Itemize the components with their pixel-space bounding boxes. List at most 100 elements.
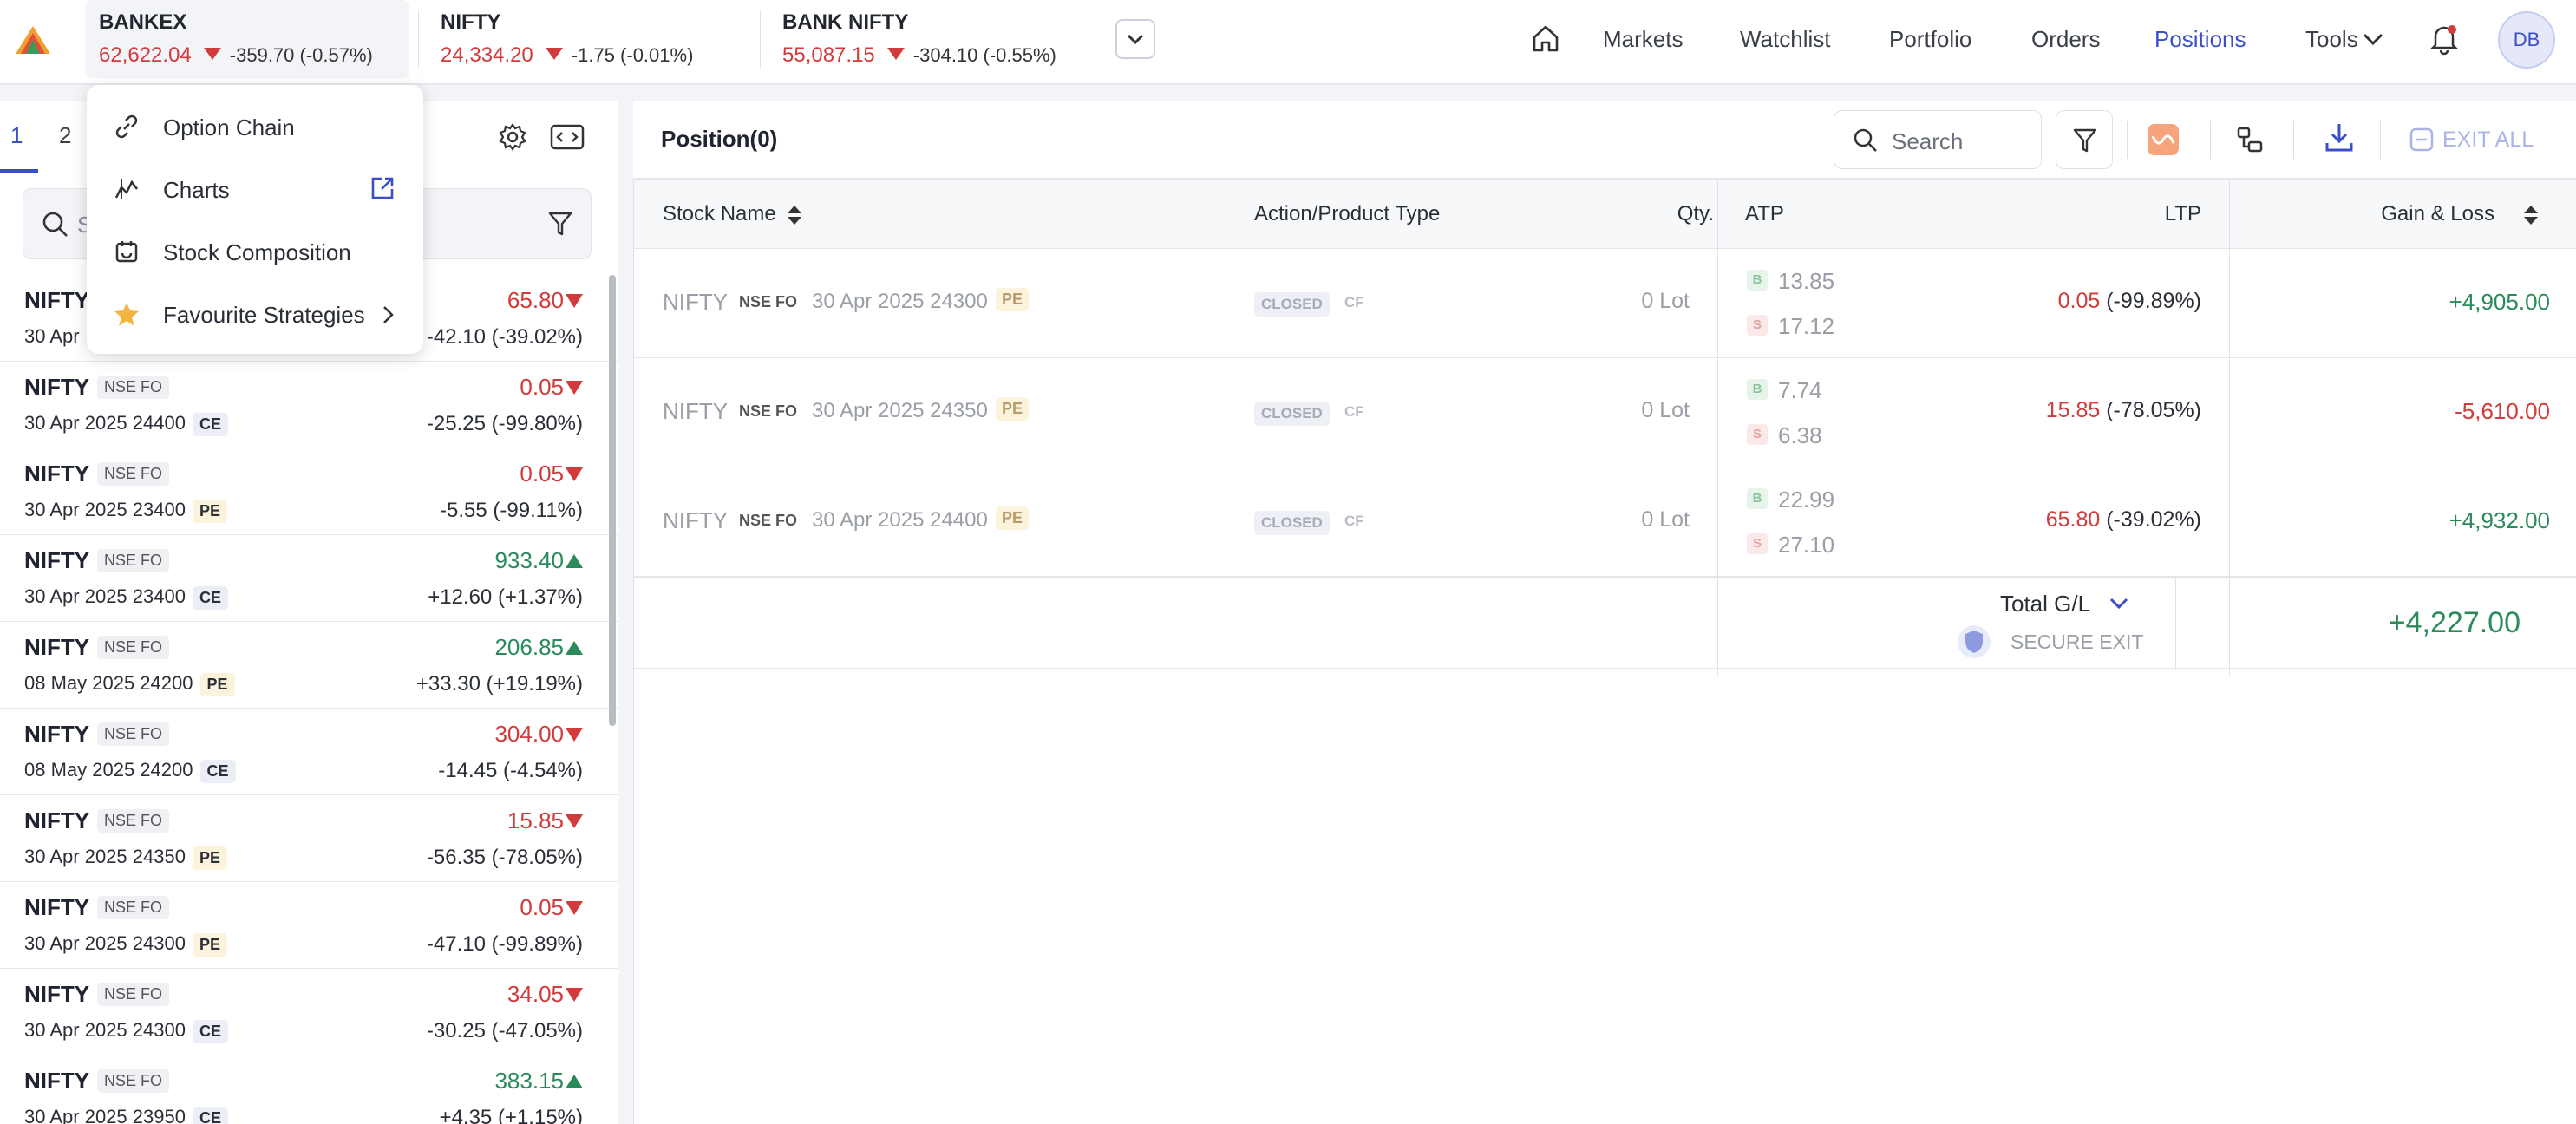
watchlist-row[interactable]: NIFTY NSE FO 30 Apr 2025 24350 PE 15.85 -56.3… <box>0 795 618 882</box>
convert-icon[interactable] <box>2236 126 2264 154</box>
index-ticker-banknifty[interactable]: BANK NIFTY 55,087.15 -304.10 (-0.55%) <box>768 0 1093 78</box>
nav-positions[interactable]: Positions <box>2154 26 2246 53</box>
row-change: -25.25 (-99.80%) <box>426 412 583 435</box>
index-ticker-bankex[interactable]: BANKEX 62,622.04 -359.70 (-0.57%) <box>85 0 409 78</box>
expiry-strike: 30 Apr 2025 24400 <box>24 412 186 434</box>
index-name: BANKEX <box>99 10 187 34</box>
sell-indicator: S <box>1747 315 1768 336</box>
contract-desc: 30 Apr <box>24 325 80 348</box>
row-ltp: 383.15 <box>494 1068 564 1094</box>
contract-desc: 30 Apr 2025 23400 CE <box>24 585 228 610</box>
menu-item-option-chain[interactable]: Option Chain <box>87 95 423 158</box>
context-menu: Option Chain Charts Stock Composition Fa… <box>87 85 423 354</box>
down-arrow-icon <box>566 728 583 742</box>
exchange-badge: NSE FO <box>97 636 170 659</box>
positions-title: Position(0) <box>661 126 778 152</box>
nav-orders[interactable]: Orders <box>2031 26 2100 53</box>
down-arrow-icon <box>203 48 221 60</box>
nav-tools[interactable]: Tools <box>2305 26 2358 53</box>
menu-item-label: Charts <box>163 177 230 203</box>
expiry-strike: 30 Apr 2025 24300 <box>24 932 186 954</box>
external-link-icon[interactable] <box>369 175 396 201</box>
column-divider <box>2175 578 2176 670</box>
secure-exit-button[interactable]: SECURE EXIT <box>2010 631 2143 654</box>
expiry-strike: 30 Apr 2025 24300 <box>812 290 988 313</box>
exchange-label: NSE FO <box>739 512 798 529</box>
index-change: -304.10 (-0.55%) <box>912 44 1056 66</box>
avatar[interactable]: DB <box>2498 11 2555 69</box>
position-gain-loss: +4,932.00 <box>2449 507 2550 533</box>
watchlist-row[interactable]: NIFTY NSE FO 30 Apr 2025 24300 CE 34.05 -30.2… <box>0 969 618 1055</box>
down-arrow-icon <box>566 467 583 481</box>
ltp-value: 15.85 <box>2045 398 2101 422</box>
nav-markets[interactable]: Markets <box>1603 26 1683 53</box>
position-row[interactable]: NIFTY NSE FO 30 Apr 2025 24300 PE CLOSED CF 0 … <box>633 249 2576 358</box>
watchlist-row[interactable]: NIFTY NSE FO 08 May 2025 24200 PE 206.85 +33.… <box>0 622 618 709</box>
download-icon[interactable] <box>2323 121 2356 155</box>
row-change: +4.35 (+1.15%) <box>439 1106 583 1124</box>
buy-atp: 22.99 <box>1778 487 1835 513</box>
sell-atp: 6.38 <box>1778 422 1822 448</box>
position-ltp: 0.05 (-99.89%) <box>2058 289 2201 314</box>
filter-button[interactable] <box>2056 110 2113 169</box>
watchlist-row[interactable]: NIFTY NSE FO 30 Apr 2025 23400 PE 0.05 -5.55 … <box>0 448 618 535</box>
ltp-change: (-39.02%) <box>2106 507 2201 532</box>
nav-portfolio[interactable]: Portfolio <box>1889 26 1971 53</box>
filter-icon[interactable] <box>547 210 573 238</box>
exchange-badge: NSE FO <box>97 722 170 746</box>
menu-item-favourite-strategies[interactable]: Favourite Strategies <box>87 283 423 345</box>
positions-search-input[interactable]: Search <box>1834 110 2042 169</box>
nav-watchlist[interactable]: Watchlist <box>1740 26 1831 53</box>
row-symbol: NIFTY <box>24 547 90 573</box>
watchlist-row[interactable]: NIFTY NSE FO 30 Apr 2025 23950 CE 383.15 +4.3… <box>0 1055 618 1124</box>
ltp-value: 65.80 <box>2045 507 2101 532</box>
gear-icon[interactable] <box>498 122 527 152</box>
exit-all-button[interactable]: EXIT ALL <box>2409 122 2548 157</box>
total-footer: Total G/L SECURE EXIT +4,227.00 <box>633 577 2576 670</box>
scrollbar[interactable] <box>609 275 616 726</box>
position-row[interactable]: NIFTY NSE FO 30 Apr 2025 24350 PE CLOSED CF 0 … <box>633 358 2576 467</box>
home-icon[interactable] <box>1530 23 1561 54</box>
option-type-badge: PE <box>192 933 227 957</box>
contract-desc: 08 May 2025 24200 PE <box>24 672 235 696</box>
index-ticker-nifty[interactable]: NIFTY 24,334.20 -1.75 (-0.01%) <box>427 0 751 78</box>
logo-icon[interactable] <box>14 24 52 56</box>
row-symbol: NIFTY <box>24 721 90 747</box>
product-type: CF <box>1344 513 1364 529</box>
expiry-strike: 30 Apr 2025 24300 <box>24 1019 186 1041</box>
option-type-badge: PE <box>996 288 1030 311</box>
watchlist-row[interactable]: NIFTY NSE FO 30 Apr 2025 23400 CE 933.40 +12.… <box>0 535 618 622</box>
buy-indicator: B <box>1747 488 1768 509</box>
index-price: 24,334.20 <box>441 43 533 67</box>
exchange-badge: NSE FO <box>97 809 170 833</box>
position-ltp: 15.85 (-78.05%) <box>2046 398 2201 423</box>
code-view-icon[interactable] <box>550 124 585 150</box>
row-ltp: 15.85 <box>507 807 564 833</box>
menu-item-stock-composition[interactable]: Stock Composition <box>87 220 423 283</box>
bell-icon[interactable] <box>2429 23 2460 56</box>
column-header-atp: ATP <box>1745 202 1784 225</box>
index-name: NIFTY <box>441 10 501 34</box>
row-ltp: 0.05 <box>520 894 564 920</box>
watchlist-tab-2[interactable]: 2 <box>59 122 71 149</box>
buy-indicator: B <box>1747 270 1768 291</box>
watchlist-row[interactable]: NIFTY NSE FO 08 May 2025 24200 CE 304.00 -14.… <box>0 709 618 795</box>
position-row[interactable]: NIFTY NSE FO 30 Apr 2025 24400 PE CLOSED CF 0 … <box>633 467 2576 577</box>
watchlist-row[interactable]: NIFTY NSE FO 30 Apr 2025 24300 PE 0.05 -47.10… <box>0 882 618 969</box>
menu-item-charts[interactable]: Charts <box>87 158 423 220</box>
strategy-icon[interactable] <box>2146 122 2180 157</box>
watchlist-tab-1[interactable]: 1 <box>10 122 23 149</box>
divider <box>418 10 419 68</box>
chevron-down-icon[interactable] <box>2108 594 2130 613</box>
column-header-stock[interactable]: Stock Name <box>663 202 776 226</box>
expand-indices-button[interactable] <box>1115 19 1155 59</box>
expiry-strike: 08 May 2025 24200 <box>24 759 193 781</box>
down-arrow-icon <box>545 48 563 60</box>
sort-icon[interactable] <box>2522 204 2540 226</box>
exchange-label: NSE FO <box>739 293 798 310</box>
index-name: BANK NIFTY <box>782 10 909 34</box>
watchlist-row[interactable]: NIFTY NSE FO 30 Apr 2025 24400 CE 0.05 -25.25… <box>0 362 618 448</box>
row-change: -47.10 (-99.89%) <box>426 932 583 956</box>
sort-icon[interactable] <box>786 204 803 226</box>
column-header-gain-loss[interactable]: Gain & Loss <box>2350 202 2494 226</box>
